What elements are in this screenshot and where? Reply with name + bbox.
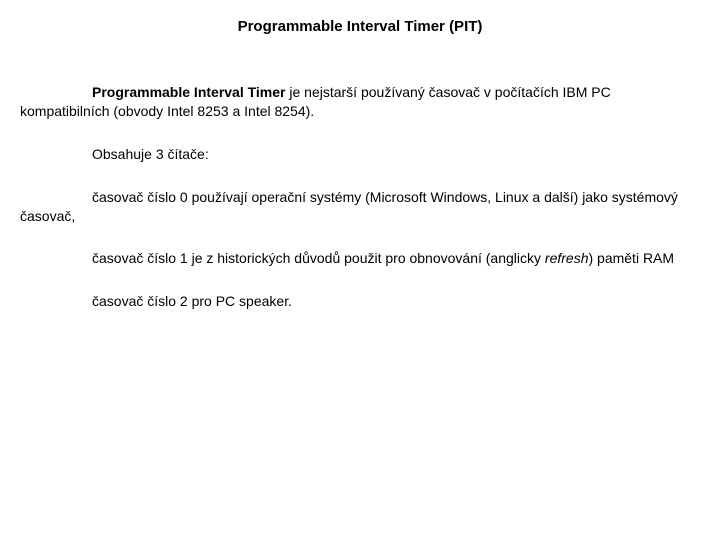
- intro-bold: Programmable Interval Timer: [92, 84, 285, 100]
- paragraph-5: časovač číslo 2 pro PC speaker.: [20, 292, 700, 311]
- intro-paragraph: Programmable Interval Timer je nejstarší…: [20, 83, 700, 121]
- p4-italic: refresh: [545, 250, 589, 266]
- p4-after: ) paměti RAM: [588, 250, 674, 266]
- paragraph-2: Obsahuje 3 čítače:: [20, 145, 700, 164]
- paragraph-3: časovač číslo 0 používají operační systé…: [20, 188, 700, 226]
- paragraph-4: časovač číslo 1 je z historických důvodů…: [20, 249, 700, 268]
- p4-before: časovač číslo 1 je z historických důvodů…: [92, 250, 545, 266]
- page-title: Programmable Interval Timer (PIT): [20, 18, 700, 35]
